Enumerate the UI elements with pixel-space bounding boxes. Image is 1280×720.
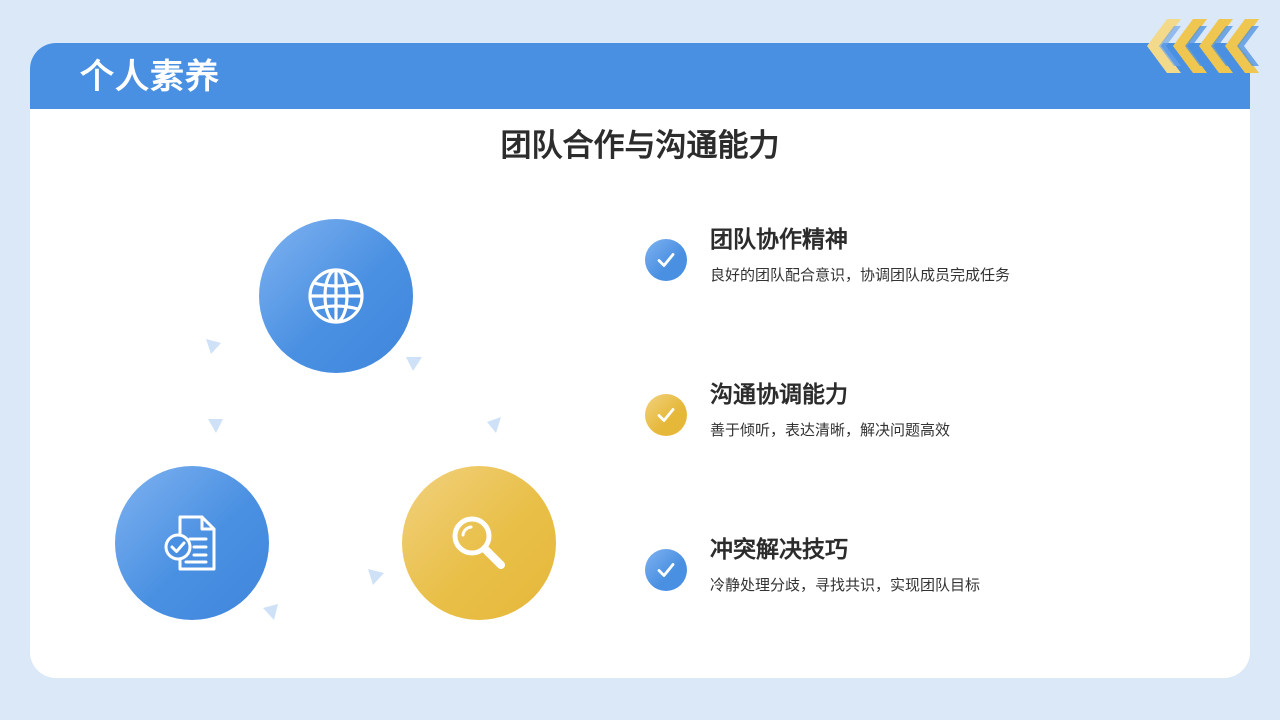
chevron-decoration-icon — [1147, 19, 1259, 73]
document-check-icon — [164, 515, 216, 571]
globe-icon — [308, 268, 364, 324]
triangle-decoration-icon — [208, 419, 223, 433]
triangle-decoration-icon — [206, 339, 221, 354]
header-title: 个人素养 — [80, 57, 220, 97]
check-badge — [645, 239, 687, 281]
feature-item-conflict-resolution: 冲突解决技巧 冷静处理分歧，寻找共识，实现团队目标 — [645, 535, 1165, 615]
check-icon — [657, 563, 675, 577]
check-icon — [657, 253, 675, 267]
globe-circle — [259, 219, 413, 373]
feature-title: 冲突解决技巧 — [710, 537, 848, 563]
check-icon — [657, 408, 675, 422]
feature-title: 沟通协调能力 — [710, 382, 848, 408]
section-title: 团队合作与沟通能力 — [500, 128, 780, 164]
feature-description: 冷静处理分歧，寻找共识，实现团队目标 — [710, 576, 981, 594]
check-badge — [645, 549, 687, 591]
check-badge — [645, 394, 687, 436]
triangle-decoration-icon — [487, 417, 501, 433]
search-circle — [402, 466, 556, 620]
feature-item-communication: 沟通协调能力 善于倾听，表达清晰，解决问题高效 — [645, 380, 1165, 460]
feature-item-teamwork: 团队协作精神 良好的团队配合意识，协调团队成员完成任务 — [645, 225, 1165, 305]
triangle-decoration-icon — [406, 357, 422, 371]
search-icon — [452, 516, 505, 569]
header-bar: 个人素养 — [30, 43, 1250, 109]
document-circle — [115, 466, 269, 620]
triangle-decoration-icon — [263, 604, 278, 620]
feature-title: 团队协作精神 — [710, 227, 848, 253]
triangle-decoration-icon — [368, 569, 384, 585]
feature-description: 善于倾听，表达清晰，解决问题高效 — [710, 421, 951, 439]
feature-description: 良好的团队配合意识，协调团队成员完成任务 — [710, 266, 1011, 284]
